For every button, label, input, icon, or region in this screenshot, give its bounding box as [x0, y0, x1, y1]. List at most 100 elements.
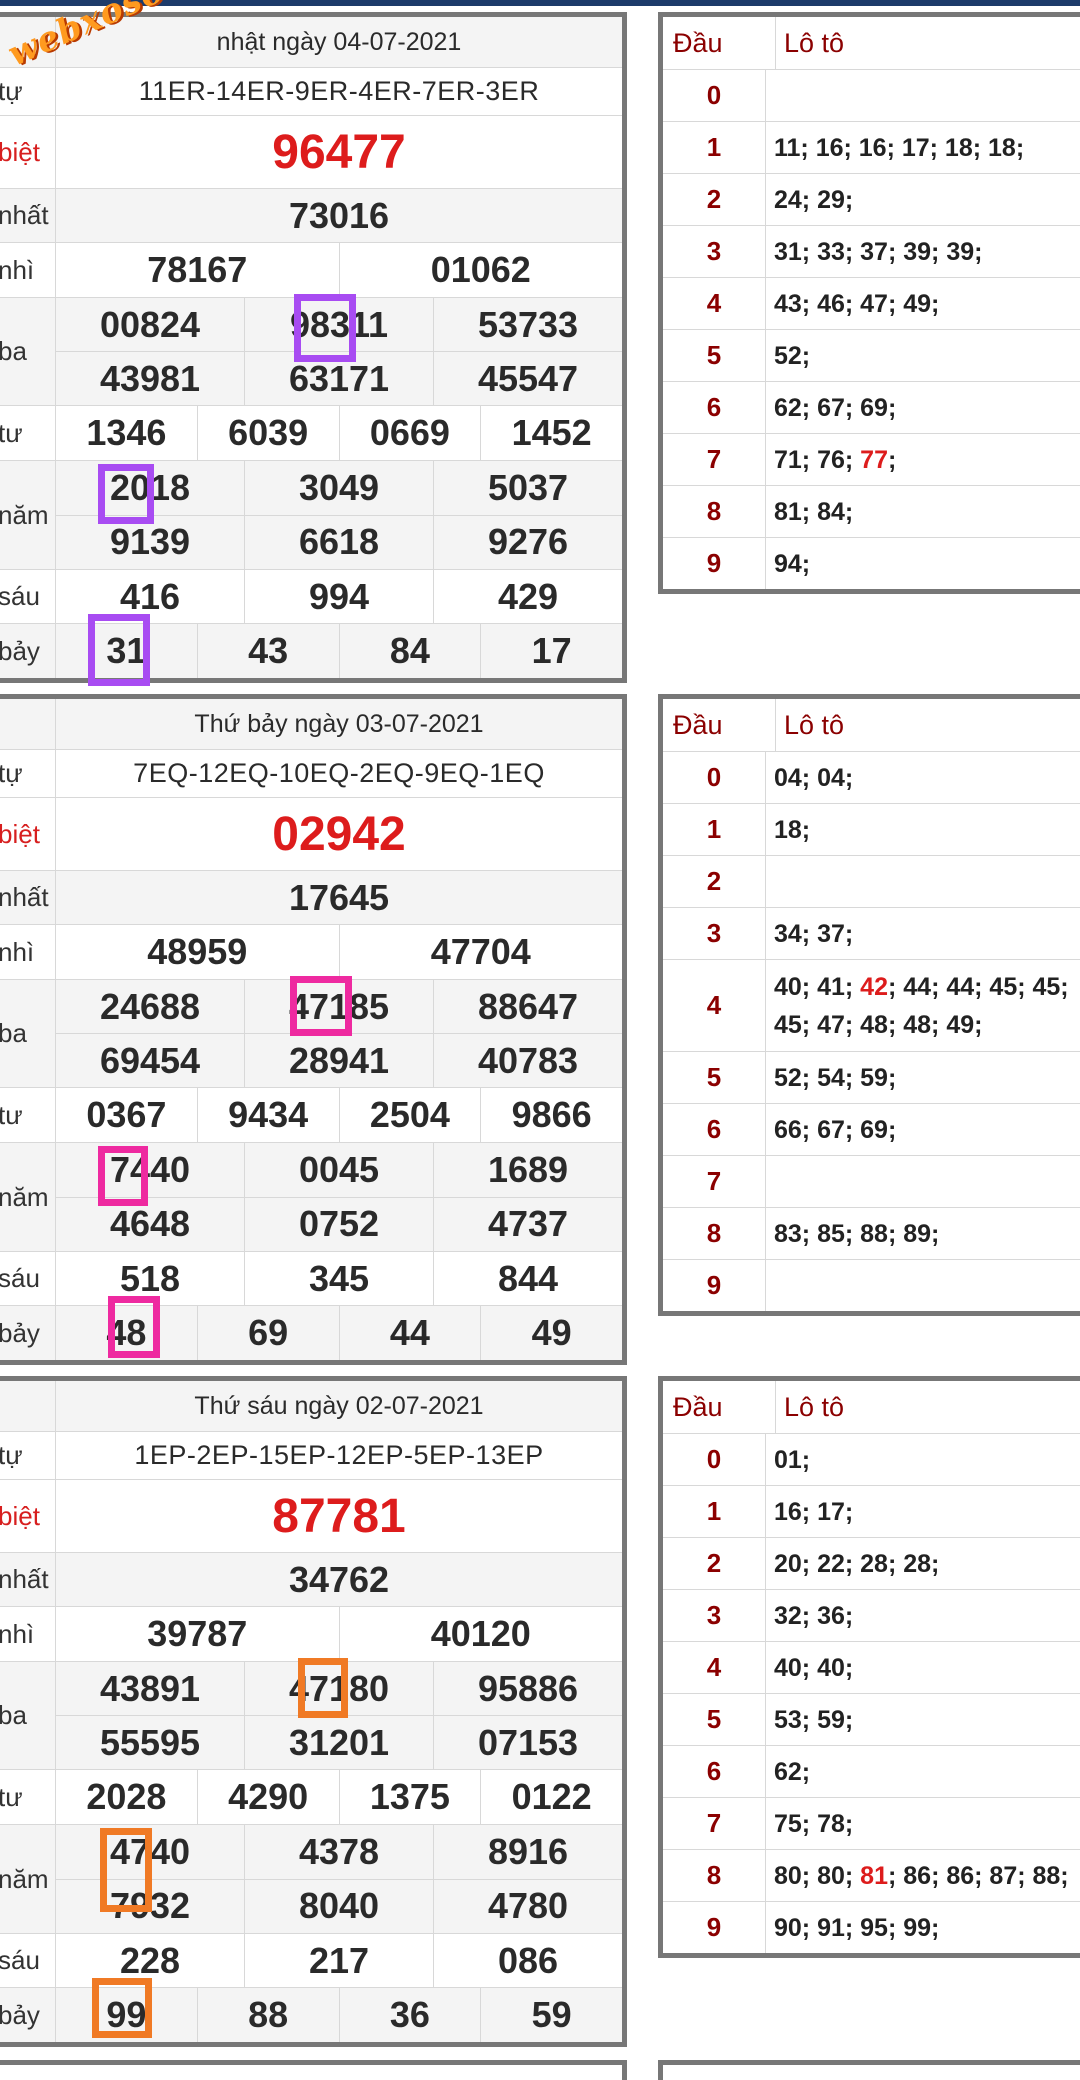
loto-numbers: 40; 41; 42; 44; 44; 45; 45; 45; 47; 48; …: [766, 960, 1080, 1051]
loto-numbers: 52; 54; 59;: [766, 1052, 1080, 1103]
loto-text: 83; 85; 88; 89;: [774, 1219, 940, 1248]
loto-row: 4 40; 40;: [663, 1642, 1080, 1694]
prize-number: 0367: [86, 1094, 167, 1135]
prize-number: 73016: [288, 194, 390, 236]
loto-numbers-text: 40; 40;: [774, 1649, 853, 1687]
prize-row-g1: nhất 73016: [0, 189, 622, 243]
loto-text: 18;: [774, 815, 811, 844]
highlight-box: [294, 294, 356, 362]
loto-dau: 3: [663, 908, 766, 959]
prize-label-g4: tư: [0, 406, 56, 460]
prize-values-g4: 2028 4290 1375 0122: [56, 1770, 622, 1824]
loto-dau: 5: [663, 1694, 766, 1745]
loto-dau: 3: [663, 226, 766, 277]
draw-date-title[interactable]: Thứ bảy ngày 03-07-2021: [56, 699, 622, 749]
prize-number: 48959: [147, 931, 248, 972]
prize-label-g1: nhất: [0, 871, 56, 924]
jackpot-number: 02942: [272, 807, 406, 861]
prize-number: 4648: [109, 1203, 191, 1245]
draw-date-title[interactable]: nhật ngày 04-07-2021: [56, 17, 622, 67]
prize-label-g3: ba: [0, 1662, 56, 1769]
prize-number: 45547: [433, 352, 622, 405]
loto-numbers-text: 80; 80; 81; 86; 86; 87; 88;: [774, 1857, 1069, 1895]
draw-date-title[interactable]: Thứ sáu ngày 02-07-2021: [56, 1381, 622, 1431]
loto-header: Lô tô: [784, 28, 845, 58]
code-values: 11ER-14ER-9ER-4ER-7ER-3ER: [56, 68, 622, 115]
highlight-box: [98, 1146, 148, 1206]
loto-numbers: 62;: [766, 1746, 1080, 1797]
prize-label-db: biệt: [0, 1480, 56, 1552]
loto-numbers: [766, 856, 1080, 907]
loto-dau: 7: [663, 434, 766, 485]
loto-numbers: 34; 37;: [766, 908, 1080, 959]
loto-dau: 2: [663, 174, 766, 225]
loto-text: 31; 33; 37; 39; 39;: [774, 237, 983, 266]
prize-number: 6618: [244, 515, 433, 569]
loto-text: ;: [887, 445, 897, 474]
loto-row: 1 18;: [663, 804, 1080, 856]
loto-row: 3 34; 37;: [663, 908, 1080, 960]
prize-number: 2504: [338, 1088, 481, 1142]
prize-label-g1: nhất: [0, 1553, 56, 1606]
prize-number: 086: [433, 1934, 622, 1987]
prize-values-g1: 34762: [56, 1553, 622, 1606]
prize-number: 5037: [433, 461, 622, 515]
loto-dau: 1: [663, 122, 766, 173]
loto-numbers: 16; 17;: [766, 1486, 1080, 1537]
prize-values-g1: 73016: [56, 189, 622, 242]
prize-row-g4: tư 1346 6039 0669 1452: [0, 406, 622, 461]
prize-number: 36: [338, 1988, 481, 2042]
prize-label-db: biệt: [0, 116, 56, 188]
loto-numbers-text: 01;: [774, 1441, 810, 1479]
prize-line: 0367 9434 2504 9866: [56, 1088, 622, 1142]
loto-text: 20; 22; 28; 28;: [774, 1549, 940, 1578]
prize-number: 43: [196, 624, 339, 678]
prize-number: 34762: [288, 1558, 390, 1600]
prize-line: 55595 31201 07153: [56, 1715, 622, 1769]
loto-jackpot-tail: 42: [860, 972, 888, 1001]
loto-text: 52; 54; 59;: [774, 1063, 897, 1092]
loto-jackpot-tail: 81: [860, 1861, 888, 1890]
prize-number: 416: [119, 575, 181, 617]
loto-dau: 4: [663, 960, 766, 1051]
loto-table: Đầu Lô tô 0 1 11; 16; 16; 17; 18; 18; 2 24; 29…: [658, 12, 1080, 594]
loto-numbers-text: 81; 84;: [774, 493, 853, 531]
prize-number: 69454: [99, 1039, 201, 1081]
code-row: tự 11ER-14ER-9ER-4ER-7ER-3ER: [0, 68, 622, 116]
prize-row-g7: bảy 48 69 44 49: [0, 1306, 622, 1360]
loto-text: ; 86; 86; 87; 88;: [887, 1861, 1069, 1890]
code-line: 11ER-14ER-9ER-4ER-7ER-3ER: [56, 68, 622, 115]
loto-table: Đầu Lô tô 0 04; 04; 1 18; 2 3 34; 37; 4 40; 41; 42…: [658, 694, 1080, 1316]
next-loto-table-edge: [658, 2060, 1080, 2080]
loto-text: 80; 80;: [774, 1861, 861, 1890]
prize-number: 1452: [480, 406, 622, 460]
prize-number: 994: [244, 570, 433, 623]
prize-row-g1: nhất 34762: [0, 1553, 622, 1607]
prize-label-g5: năm: [0, 1143, 56, 1251]
prize-line: 1346 6039 0669 1452: [56, 406, 622, 460]
prize-number: 6039: [196, 406, 339, 460]
loto-row: 5 53; 59;: [663, 1694, 1080, 1746]
prize-line: 2028 4290 1375 0122: [56, 1770, 622, 1824]
prize-number: 9276: [433, 515, 622, 569]
title-line: nhật ngày 04-07-2021: [56, 17, 622, 67]
loto-text: 40; 41;: [774, 972, 861, 1001]
prize-values-db: 02942: [56, 798, 622, 870]
loto-dau: 2: [663, 1538, 766, 1589]
loto-numbers: 83; 85; 88; 89;: [766, 1208, 1080, 1259]
loto-numbers: 01;: [766, 1434, 1080, 1485]
loto-numbers: 71; 76; 77;: [766, 434, 1080, 485]
loto-text: 11; 16; 16; 17; 18; 18;: [774, 133, 1025, 162]
prize-number: 4290: [196, 1770, 339, 1824]
loto-numbers: 90; 91; 95; 99;: [766, 1902, 1080, 1953]
prize-label-g7: bảy: [0, 1988, 56, 2042]
loto-dau: 9: [663, 538, 766, 589]
prize-label-g6: sáu: [0, 1934, 56, 1987]
loto-row: 5 52;: [663, 330, 1080, 382]
prize-number: 7440: [109, 1148, 191, 1190]
prize-number: 31201: [244, 1716, 433, 1769]
prize-row-g1: nhất 17645: [0, 871, 622, 925]
prize-label-g4: tư: [0, 1770, 56, 1824]
prize-number: 0669: [338, 406, 481, 460]
loto-row: 3 31; 33; 37; 39; 39;: [663, 226, 1080, 278]
